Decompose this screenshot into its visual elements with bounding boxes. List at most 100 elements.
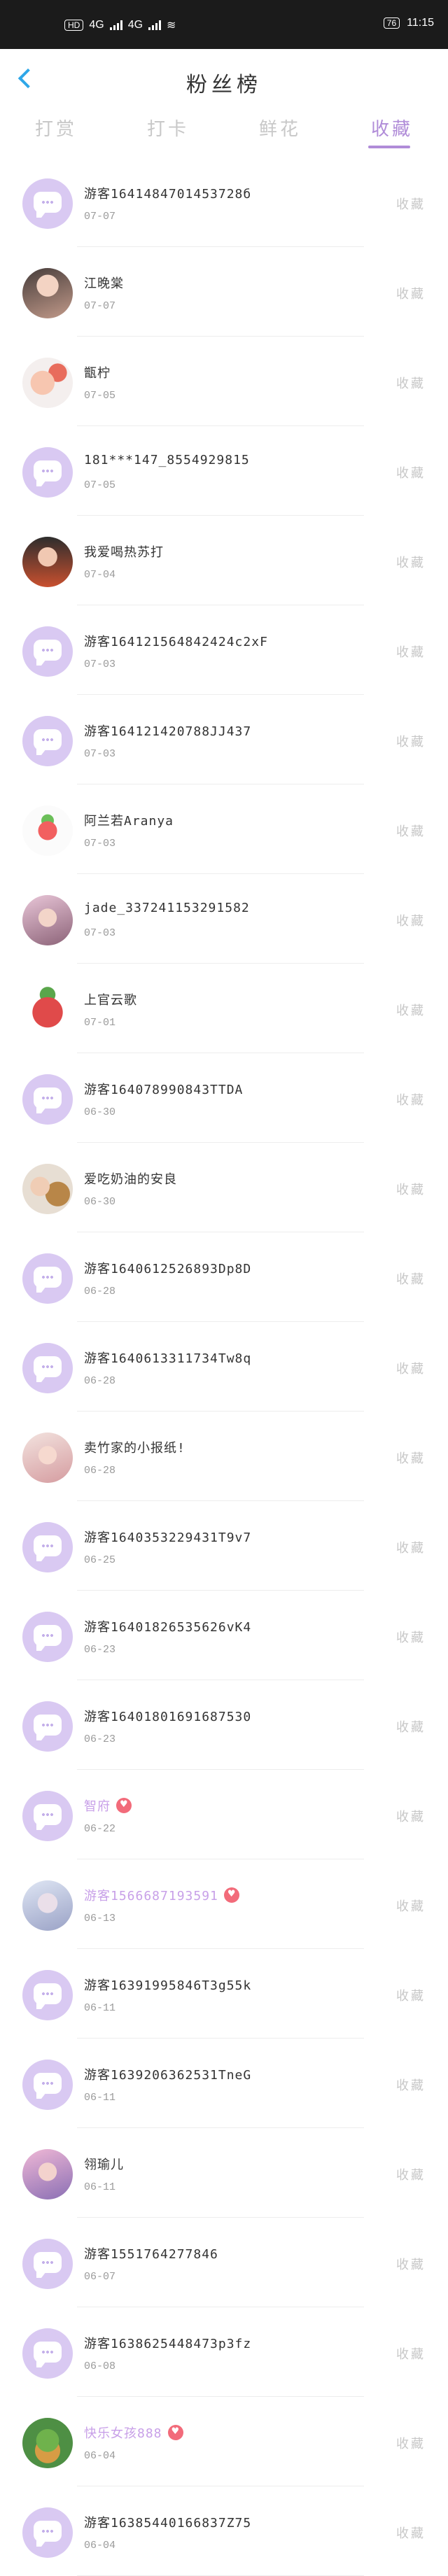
chat-avatar-icon[interactable] — [22, 626, 73, 677]
heart-badge-icon — [167, 2425, 183, 2440]
favorite-label: 收藏 — [396, 1541, 426, 1556]
avatar[interactable] — [22, 985, 73, 1035]
favorite-label: 收藏 — [396, 287, 426, 302]
fan-name: 游客1640612526893Dp8D — [84, 1259, 251, 1277]
favorite-label: 收藏 — [396, 824, 426, 839]
fan-name-text: 游客16401801691687530 — [84, 1710, 252, 1724]
tab-active-indicator — [368, 146, 410, 148]
list-item[interactable]: 游客1640612526893Dp8D 06-28 收藏 — [0, 1232, 448, 1322]
fan-name-text: 卖竹家的小报纸! — [84, 1441, 186, 1456]
chat-avatar-icon[interactable] — [22, 447, 73, 498]
avatar[interactable] — [22, 537, 73, 587]
list-item[interactable]: 游客16401826535626vK4 06-23 收藏 — [0, 1591, 448, 1680]
list-item[interactable]: 游客1641484701453728б 07-07 收藏 — [0, 157, 448, 247]
list-item[interactable]: jade_337241153291582 07-03 收藏 — [0, 874, 448, 964]
list-item[interactable]: 游客16401801691687530 06-23 收藏 — [0, 1680, 448, 1770]
fan-name: 我爱喝热苏打 — [84, 542, 164, 561]
fan-list: 游客1641484701453728б 07-07 收藏 江晚棠 07-07 收藏 甑柠 07… — [0, 157, 448, 2576]
list-item[interactable]: 游客164121564842424c2xF 07-03 收藏 — [0, 605, 448, 695]
avatar[interactable] — [22, 1164, 73, 1214]
list-item[interactable]: 游客1640613311734Tw8q 06-28 收藏 — [0, 1322, 448, 1412]
chat-avatar-icon[interactable] — [22, 1791, 73, 1841]
avatar[interactable] — [22, 2418, 73, 2468]
chat-avatar-icon[interactable] — [22, 1522, 73, 1572]
list-item[interactable]: 游客164078990843TTDA 06-30 收藏 — [0, 1053, 448, 1143]
chat-avatar-icon[interactable] — [22, 2060, 73, 2110]
list-item[interactable]: 阿兰若Aranya 07-03 收藏 — [0, 784, 448, 874]
fan-name-text: 快乐女孩888 — [84, 2426, 162, 2441]
chat-avatar-icon[interactable] — [22, 1074, 73, 1125]
chat-avatar-icon[interactable] — [22, 716, 73, 766]
list-item[interactable]: 甑柠 07-05 收藏 — [0, 337, 448, 426]
chat-avatar-icon[interactable] — [22, 2507, 73, 2558]
list-item[interactable]: 游客1638625448473p3fz 06-08 收藏 — [0, 2307, 448, 2397]
fan-date: 07-05 — [84, 390, 116, 402]
list-item[interactable]: 游客1640353229431T9v7 06-25 收藏 — [0, 1501, 448, 1591]
list-item[interactable]: 快乐女孩888 06-04 收藏 — [0, 2397, 448, 2486]
avatar[interactable] — [22, 1433, 73, 1483]
tab-tip[interactable]: 打赏 — [0, 111, 112, 153]
avatar[interactable] — [22, 2149, 73, 2200]
favorite-label: 收藏 — [396, 1183, 426, 1197]
fan-name-text: 游客1641484701453728б — [84, 187, 252, 202]
list-item[interactable]: 翎瑜儿 06-11 收藏 — [0, 2128, 448, 2218]
list-item[interactable]: 我爱喝热苏打 07-04 收藏 — [0, 516, 448, 605]
list-item[interactable]: 游客16391995846T3g55k 06-11 收藏 — [0, 1949, 448, 2039]
status-right: 76 11:15 — [383, 17, 434, 29]
list-item[interactable]: 卖竹家的小报纸! 06-28 收藏 — [0, 1412, 448, 1501]
chat-avatar-icon[interactable] — [22, 1343, 73, 1393]
avatar[interactable] — [22, 1880, 73, 1931]
fan-date: 06-30 — [84, 1196, 116, 1208]
fan-name-text: 我爱喝热苏打 — [84, 545, 164, 560]
tab-flowers[interactable]: 鲜花 — [224, 111, 336, 153]
chat-dots-icon — [41, 1365, 54, 1368]
list-item[interactable]: 181***147_8554929815 07-05 收藏 — [0, 426, 448, 516]
fan-name: 游客16401826535626vK4 — [84, 1617, 251, 1635]
fan-date: 07-03 — [84, 838, 116, 850]
list-item[interactable]: 游客1639206362531TneG 06-11 收藏 — [0, 2039, 448, 2128]
chat-avatar-icon[interactable] — [22, 178, 73, 229]
network-2: 4G — [127, 19, 144, 31]
chat-avatar-icon[interactable] — [22, 1701, 73, 1752]
fan-name-text: 游客1566687193591 — [84, 1889, 218, 1903]
list-item[interactable]: 江晚棠 07-07 收藏 — [0, 247, 448, 337]
fan-name-text: 翎瑜儿 — [84, 2158, 124, 2172]
chat-dots-icon — [41, 1634, 54, 1637]
fan-date: 06-23 — [84, 1644, 116, 1656]
fan-date: 06-13 — [84, 1913, 116, 1924]
favorite-label: 收藏 — [396, 735, 426, 749]
chat-dots-icon — [41, 2261, 54, 2264]
fan-date: 06-23 — [84, 1733, 116, 1745]
list-item[interactable]: 游客163854401668З7Z75 06-04 收藏 — [0, 2486, 448, 2576]
list-item[interactable]: 游客164121420788JJ437 07-03 收藏 — [0, 695, 448, 784]
fan-date: 07-03 — [84, 748, 116, 760]
list-item[interactable]: 上官云歌 07-01 收藏 — [0, 964, 448, 1053]
favorite-label: 收藏 — [396, 2437, 426, 2451]
avatar[interactable] — [22, 268, 73, 318]
favorite-label: 收藏 — [396, 1093, 426, 1108]
avatar[interactable] — [22, 895, 73, 945]
signal-1-icon — [109, 20, 122, 30]
list-item[interactable]: 游客1566687193591 06-13 收藏 — [0, 1859, 448, 1949]
list-item[interactable]: 游客1551764277846 06-07 收藏 — [0, 2218, 448, 2307]
fan-name: 爱吃奶油的安良 — [84, 1169, 177, 1188]
fan-name-text: 游客1638625448473p3fz — [84, 2337, 252, 2351]
fan-date: 06-11 — [84, 2181, 116, 2193]
avatar[interactable] — [22, 358, 73, 408]
fan-name: 快乐女孩888 — [84, 2423, 183, 2442]
chat-avatar-icon[interactable] — [22, 1612, 73, 1662]
chat-avatar-icon[interactable] — [22, 1253, 73, 1304]
chat-avatar-icon[interactable] — [22, 1970, 73, 2020]
chat-avatar-icon[interactable] — [22, 2328, 73, 2379]
fan-date: 06-22 — [84, 1823, 116, 1835]
chat-avatar-icon[interactable] — [22, 2239, 73, 2289]
list-item[interactable]: 智府 06-22 收藏 — [0, 1770, 448, 1859]
fan-name-text: 游客16391995846T3g55k — [84, 1978, 252, 1993]
fan-name-text: 游客1640353229431T9v7 — [84, 1530, 252, 1545]
fan-date: 07-03 — [84, 927, 116, 939]
fan-name-text: 爱吃奶油的安良 — [84, 1172, 177, 1187]
tab-favorites[interactable]: 收藏 — [336, 111, 448, 153]
list-item[interactable]: 爱吃奶油的安良 06-30 收藏 — [0, 1143, 448, 1232]
avatar[interactable] — [22, 805, 73, 856]
tab-checkin[interactable]: 打卡 — [112, 111, 224, 153]
